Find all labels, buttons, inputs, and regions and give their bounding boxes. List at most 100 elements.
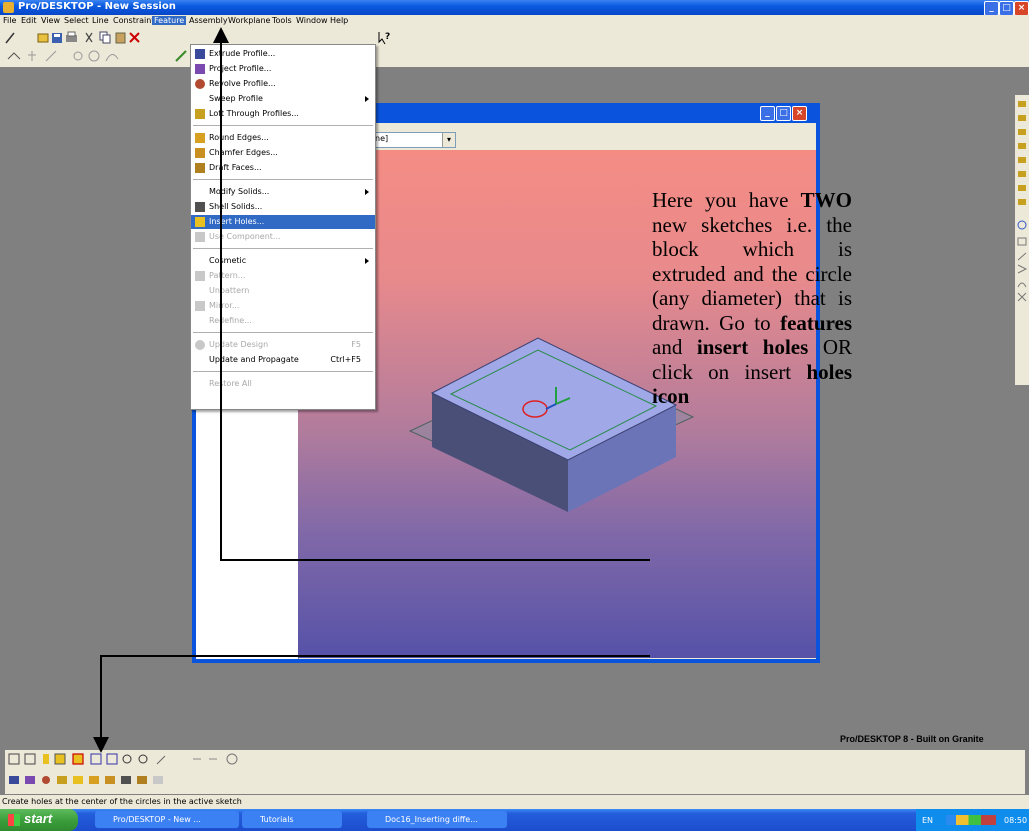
- arrow-to-holes-icon: [93, 655, 650, 753]
- model-icon-9[interactable]: [137, 776, 147, 784]
- minimize-button[interactable]: _: [984, 1, 999, 16]
- annotation-text: Here you have TWO new sketches i.e. the …: [652, 188, 852, 409]
- zoom-in-icon[interactable]: [122, 754, 132, 764]
- menu-modify-solids[interactable]: Modify Solids...: [191, 185, 375, 199]
- model-icon-7[interactable]: [105, 776, 115, 784]
- cut-icon[interactable]: [85, 32, 93, 43]
- menu-view[interactable]: View: [39, 16, 62, 25]
- menu-select[interactable]: Select: [62, 16, 91, 25]
- menu-pattern[interactable]: Pattern...: [191, 269, 375, 283]
- line-icon[interactable]: [45, 50, 57, 62]
- model-icon-4[interactable]: [57, 776, 67, 784]
- menu-chamfer-edges[interactable]: Chamfer Edges...: [191, 146, 375, 160]
- menu-feature[interactable]: Feature: [152, 16, 187, 25]
- pencil-icon[interactable]: [175, 50, 187, 62]
- help-pointer-icon[interactable]: ?: [376, 29, 396, 47]
- task-document[interactable]: Doc16_Inserting diffe...: [367, 811, 507, 828]
- menu-project-profile[interactable]: Project Profile...: [191, 62, 375, 76]
- design-minimize-button[interactable]: _: [760, 106, 775, 121]
- insert-holes-tool-icon[interactable]: [72, 753, 84, 765]
- pattern-icon: [195, 271, 205, 281]
- menu-separator: [193, 371, 373, 372]
- menu-restore-all[interactable]: Restore All: [191, 377, 375, 391]
- model-icon-2[interactable]: [25, 776, 35, 784]
- top-toolbar-area: ?: [0, 29, 1029, 67]
- print-icon[interactable]: [66, 31, 77, 42]
- submenu-arrow-icon: [365, 96, 369, 102]
- menu-loft-through-profiles[interactable]: Loft Through Profiles...: [191, 107, 375, 121]
- extrude-tool-icon[interactable]: [43, 754, 49, 764]
- menu-line[interactable]: Line: [90, 16, 111, 25]
- bottom-toolbar-area: [5, 750, 1025, 794]
- menu-draft-faces[interactable]: Draft Faces...: [191, 161, 375, 175]
- menu-unpattern[interactable]: Unpattern: [191, 284, 375, 298]
- close-button[interactable]: ×: [1014, 1, 1029, 16]
- menu-mirror[interactable]: Mirror...: [191, 299, 375, 313]
- language-indicator[interactable]: EN: [922, 816, 933, 825]
- maximize-button[interactable]: □: [999, 1, 1014, 16]
- smiley-icon[interactable]: [226, 753, 238, 765]
- project-tool-icon[interactable]: [54, 753, 66, 765]
- start-button[interactable]: start: [0, 809, 78, 831]
- update-icon: [195, 340, 205, 350]
- model-icon-3[interactable]: [42, 776, 50, 784]
- taskbar: start Pro/DESKTOP - New ... Tutorials Do…: [0, 809, 1029, 831]
- new-drawing-icon[interactable]: [24, 753, 36, 765]
- paste-icon[interactable]: [115, 32, 126, 44]
- curve-icon[interactable]: [105, 54, 119, 62]
- loft-icon: [195, 109, 205, 119]
- menu-revolve-profile[interactable]: Revolve Profile...: [191, 77, 375, 91]
- menu-extrude-profile[interactable]: Extrude Profile...: [191, 47, 375, 61]
- chevron-down-icon[interactable]: ▾: [442, 133, 455, 147]
- zoom-window-icon[interactable]: [106, 753, 118, 765]
- arc-icon[interactable]: [73, 51, 83, 61]
- save-icon[interactable]: [52, 33, 62, 43]
- view-icon[interactable]: [156, 755, 166, 765]
- menu-sweep-profile[interactable]: Sweep Profile: [191, 92, 375, 106]
- menu-update-design[interactable]: Update Design F5: [191, 338, 375, 352]
- menu-round-edges[interactable]: Round Edges...: [191, 131, 375, 145]
- app-title-bar[interactable]: Pro/DESKTOP - New Session _ □ ×: [0, 0, 1029, 16]
- model-icon-5[interactable]: [73, 776, 83, 784]
- task-tutorials[interactable]: Tutorials: [242, 811, 342, 828]
- menu-use-component[interactable]: Use Component...: [191, 230, 375, 244]
- model-icon-10[interactable]: [153, 776, 163, 784]
- menu-edit[interactable]: Edit: [19, 16, 39, 25]
- delete-icon[interactable]: [129, 32, 140, 43]
- new-design-icon[interactable]: [8, 753, 20, 765]
- model-icon-6[interactable]: [89, 776, 99, 784]
- model-icon-8[interactable]: [121, 776, 131, 784]
- menu-window[interactable]: Window: [294, 16, 330, 25]
- annotation-part-4: features: [780, 310, 853, 335]
- menu-redefine[interactable]: Redefine...: [191, 314, 375, 328]
- draw-icon[interactable]: [5, 32, 15, 44]
- zoom-out-icon[interactable]: [138, 754, 148, 764]
- task-prodesktop[interactable]: Pro/DESKTOP - New ...: [95, 811, 239, 828]
- menu-assembly[interactable]: Assembly: [187, 16, 230, 25]
- constraint-icon[interactable]: [28, 51, 36, 61]
- workplane-combo[interactable]: ne] ▾: [372, 132, 456, 148]
- zoom-fit-icon[interactable]: [90, 753, 102, 765]
- menu-help[interactable]: Help: [328, 16, 350, 25]
- design-close-button[interactable]: ×: [792, 106, 807, 121]
- menu-shell-solids[interactable]: Shell Solids...: [191, 200, 375, 214]
- menu-tools[interactable]: Tools: [270, 16, 294, 25]
- menu-workplane[interactable]: Workplane: [226, 16, 272, 25]
- menu-constraint[interactable]: Constraint: [111, 16, 156, 25]
- sketch-line-icon[interactable]: [7, 52, 21, 60]
- open-icon[interactable]: [37, 33, 49, 43]
- design-maximize-button[interactable]: □: [776, 106, 791, 121]
- right-vertical-toolbar: [1015, 95, 1029, 385]
- model-icon-1[interactable]: [9, 776, 19, 784]
- menu-cosmetic[interactable]: Cosmetic: [191, 254, 375, 268]
- annotation-part-1: Here you have: [652, 188, 789, 212]
- tray-icons[interactable]: [946, 815, 996, 825]
- menu-file[interactable]: File: [1, 16, 18, 25]
- copy-icon[interactable]: [99, 31, 111, 44]
- menu-update-and-propagate[interactable]: Update and Propagate Ctrl+F5: [191, 353, 375, 367]
- menu-insert-holes[interactable]: Insert Holes...: [191, 215, 375, 229]
- svg-text:?: ?: [385, 32, 390, 42]
- circle-icon[interactable]: [88, 50, 100, 62]
- feature-toolbar: [8, 753, 238, 784]
- right-toolbar-icons[interactable]: [1015, 95, 1029, 385]
